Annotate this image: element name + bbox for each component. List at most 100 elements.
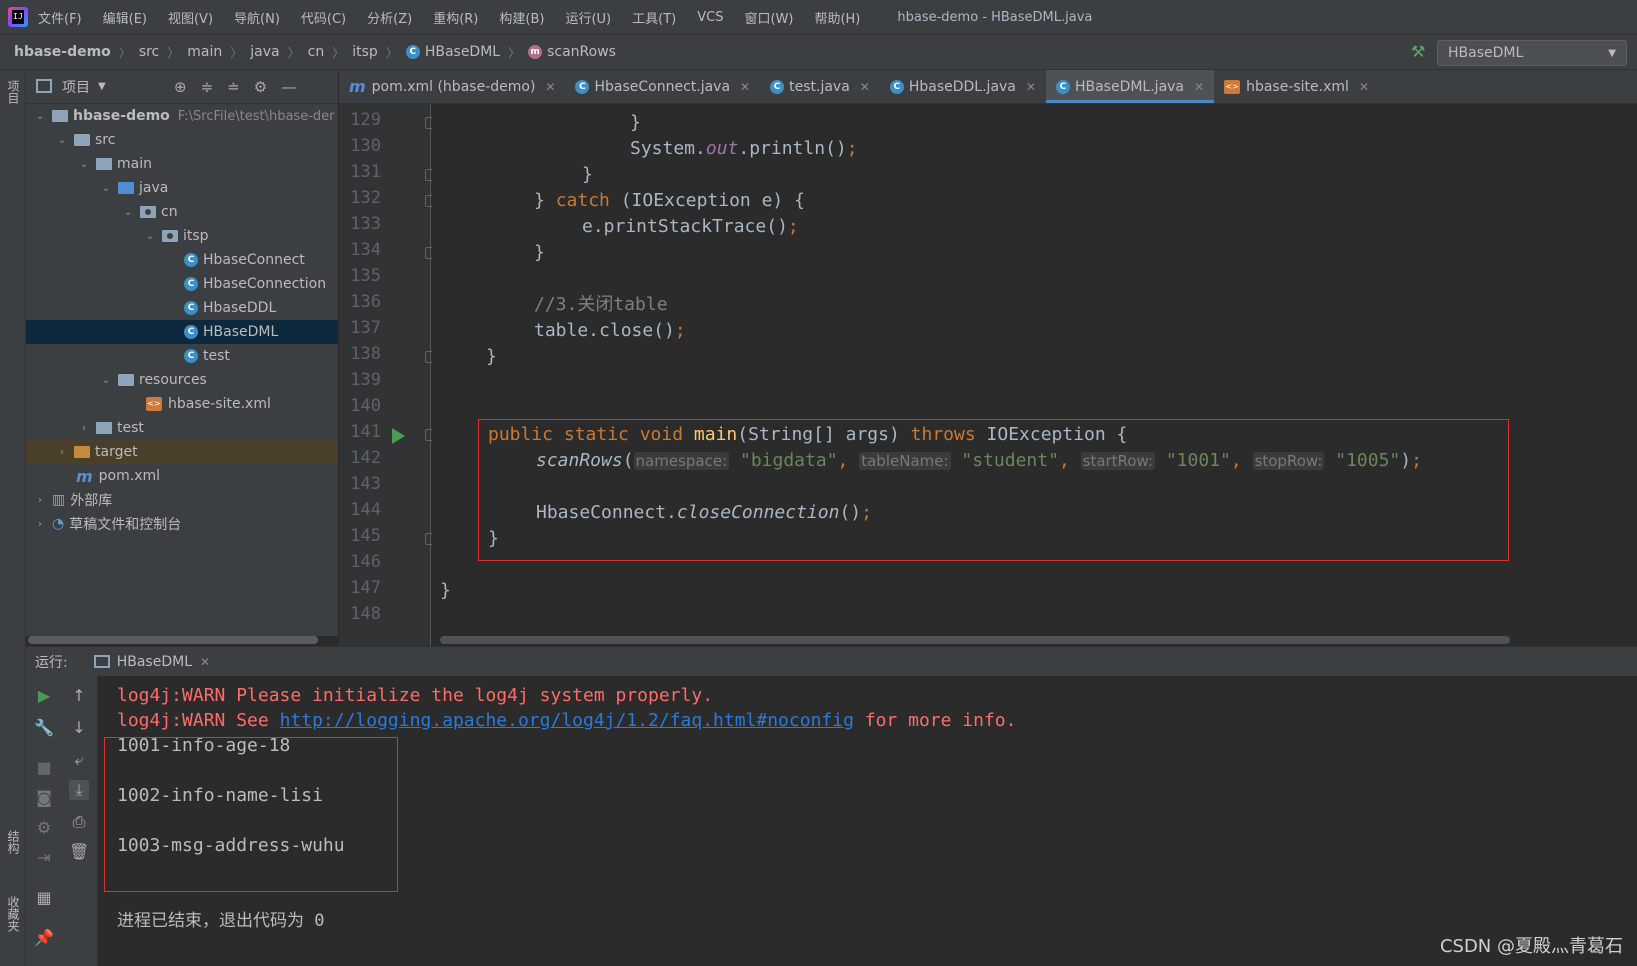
arrow-up-icon[interactable]: ↑ — [69, 686, 89, 706]
editor-horizontal-scrollbar[interactable] — [440, 636, 1510, 644]
close-icon[interactable]: ✕ — [1194, 80, 1204, 94]
wrench-icon[interactable]: 🔧 — [34, 718, 54, 738]
menu-code[interactable]: 代码(C) — [301, 8, 346, 27]
menu-view[interactable]: 视图(V) — [168, 8, 213, 27]
code-punct: ; — [846, 138, 858, 159]
trash-icon[interactable]: 🗑 — [69, 842, 89, 862]
tree-item-hbase-site-xml[interactable]: <> hbase-site.xml — [26, 392, 338, 416]
menu-file[interactable]: 文件(F) — [38, 8, 82, 27]
chevron-right-icon[interactable]: › — [78, 423, 90, 434]
login-icon[interactable]: ⇥ — [34, 848, 54, 868]
build-hammer-icon[interactable]: ⚒ — [1411, 43, 1429, 61]
chevron-right-icon[interactable]: › — [34, 495, 46, 506]
tree-item-scratches[interactable]: › ◔ 草稿文件和控制台 — [26, 512, 338, 536]
collapse-all-icon[interactable]: ≐ — [227, 78, 240, 96]
stop-icon[interactable]: ■ — [34, 758, 54, 778]
tree-item-hbaseconnection[interactable]: C HbaseConnection — [26, 272, 338, 296]
menu-vcs[interactable]: VCS — [697, 10, 723, 25]
tree-item-target[interactable]: › target — [26, 440, 338, 464]
menu-analyze[interactable]: 分析(Z) — [367, 8, 412, 27]
print-icon[interactable]: ⎙ — [69, 812, 89, 832]
chevron-down-icon[interactable]: ⌄ — [100, 183, 112, 194]
close-icon[interactable]: ✕ — [740, 80, 750, 94]
tree-item-hbaseddl[interactable]: C HbaseDDL — [26, 296, 338, 320]
chevron-down-icon[interactable]: ⌄ — [100, 375, 112, 386]
close-icon[interactable]: ✕ — [1026, 80, 1036, 94]
tree-item-test-folder[interactable]: › test — [26, 416, 338, 440]
menu-help[interactable]: 帮助(H) — [814, 8, 860, 27]
breadcrumb-method[interactable]: scanRows — [547, 44, 616, 60]
tree-item-cn[interactable]: ⌄ cn — [26, 200, 338, 224]
chevron-down-icon[interactable]: ⌄ — [144, 231, 156, 242]
tree-item-java[interactable]: ⌄ java — [26, 176, 338, 200]
menu-edit[interactable]: 编辑(E) — [103, 8, 147, 27]
chevron-down-icon[interactable]: ⌄ — [34, 111, 46, 122]
breadcrumb-src[interactable]: src — [139, 44, 159, 60]
tree-item-resources[interactable]: ⌄ resources — [26, 368, 338, 392]
tab-hbaseconnect[interactable]: C HbaseConnect.java ✕ — [565, 70, 760, 103]
tab-test[interactable]: Ctest.java ✕ — [760, 70, 880, 103]
chevron-right-icon[interactable]: › — [34, 519, 46, 530]
run-config-selector[interactable]: HBaseDML ▼ — [1437, 40, 1627, 66]
tree-item-src[interactable]: ⌄ src — [26, 128, 338, 152]
caret-down-icon[interactable]: ▼ — [98, 81, 106, 92]
close-icon[interactable]: ✕ — [860, 80, 870, 94]
breadcrumb-class[interactable]: HBaseDML — [425, 44, 500, 60]
breadcrumb-java[interactable]: java — [250, 44, 279, 60]
code-line-130: System.out.println(); — [630, 136, 858, 162]
soft-wrap-icon[interactable]: ⤶ — [69, 750, 89, 770]
close-icon[interactable]: ✕ — [1359, 80, 1369, 94]
tree-item-hbasedml[interactable]: C HBaseDML — [26, 320, 338, 344]
close-icon[interactable]: ✕ — [200, 655, 210, 669]
line-number: 133 — [350, 214, 381, 234]
tab-pom[interactable]: m pom.xml (hbase-demo) ✕ — [339, 70, 565, 103]
menu-run[interactable]: 运行(U) — [565, 8, 611, 27]
rerun-icon[interactable]: ▶ — [34, 686, 54, 706]
expand-all-icon[interactable]: ≑ — [201, 78, 214, 96]
intellij-logo-icon[interactable]: IJ — [8, 7, 28, 27]
menu-tools[interactable]: 工具(T) — [632, 8, 676, 27]
console-link[interactable]: http://logging.apache.org/log4j/1.2/faq.… — [280, 710, 854, 731]
breadcrumb-cn[interactable]: cn — [308, 44, 325, 60]
chevron-down-icon[interactable]: ⌄ — [122, 207, 134, 218]
run-gutter-icon[interactable] — [392, 428, 405, 444]
chevron-down-icon[interactable]: ⌄ — [56, 135, 68, 146]
tool-window-project[interactable]: 项目 — [5, 80, 22, 104]
locate-icon[interactable]: ⊕ — [174, 78, 187, 96]
project-scrollbar[interactable] — [28, 636, 318, 644]
menu-window[interactable]: 窗口(W) — [744, 8, 793, 27]
scroll-to-end-icon[interactable]: ⤓ — [69, 780, 89, 800]
tree-item-main[interactable]: ⌄ main — [26, 152, 338, 176]
tool-window-structure[interactable]: 结构 — [5, 830, 22, 854]
tab-hbase-site[interactable]: <> hbase-site.xml ✕ — [1214, 70, 1379, 103]
chevron-right-icon[interactable]: › — [56, 447, 68, 458]
pin-icon[interactable]: 📌 — [34, 928, 54, 948]
library-icon: ▥ — [52, 492, 66, 508]
breadcrumb-itsp[interactable]: itsp — [352, 44, 378, 60]
tree-item-label: test — [203, 348, 230, 364]
tree-item-test-class[interactable]: Ctest — [26, 344, 338, 368]
settings-icon[interactable]: ⚙ — [34, 818, 54, 838]
arrow-down-icon[interactable]: ↓ — [69, 718, 89, 738]
tool-window-favorites[interactable]: 收藏夹 — [5, 896, 22, 932]
run-tab-hbasedml[interactable]: HBaseDML ✕ — [93, 654, 210, 670]
breadcrumb-main[interactable]: main — [187, 44, 222, 60]
tree-item-itsp[interactable]: ⌄ itsp — [26, 224, 338, 248]
minimize-icon[interactable]: — — [281, 78, 296, 96]
camera-icon[interactable]: ◙ — [34, 788, 54, 808]
tab-hbasedml[interactable]: C HBaseDML.java ✕ — [1045, 70, 1215, 103]
tree-item-project[interactable]: ⌄ hbase-demo F:\SrcFile\test\hbase-der — [26, 104, 338, 128]
menu-build[interactable]: 构建(B) — [499, 8, 544, 27]
chevron-down-icon[interactable]: ⌄ — [78, 159, 90, 170]
gear-icon[interactable]: ⚙ — [254, 78, 267, 96]
tree-item-hbaseconnect[interactable]: C HbaseConnect — [26, 248, 338, 272]
tab-hbaseddl[interactable]: C HbaseDDL.java ✕ — [880, 70, 1046, 103]
tree-item-pom[interactable]: m pom.xml — [26, 464, 338, 488]
breadcrumb-project[interactable]: hbase-demo — [14, 44, 111, 60]
close-icon[interactable]: ✕ — [545, 80, 555, 94]
layout-icon[interactable]: ▦ — [34, 888, 54, 908]
menu-navigate[interactable]: 导航(N) — [234, 8, 280, 27]
tree-item-external-libraries[interactable]: › ▥ 外部库 — [26, 488, 338, 512]
project-panel-title[interactable]: 项目 — [62, 77, 90, 97]
menu-refactor[interactable]: 重构(R) — [433, 8, 478, 27]
